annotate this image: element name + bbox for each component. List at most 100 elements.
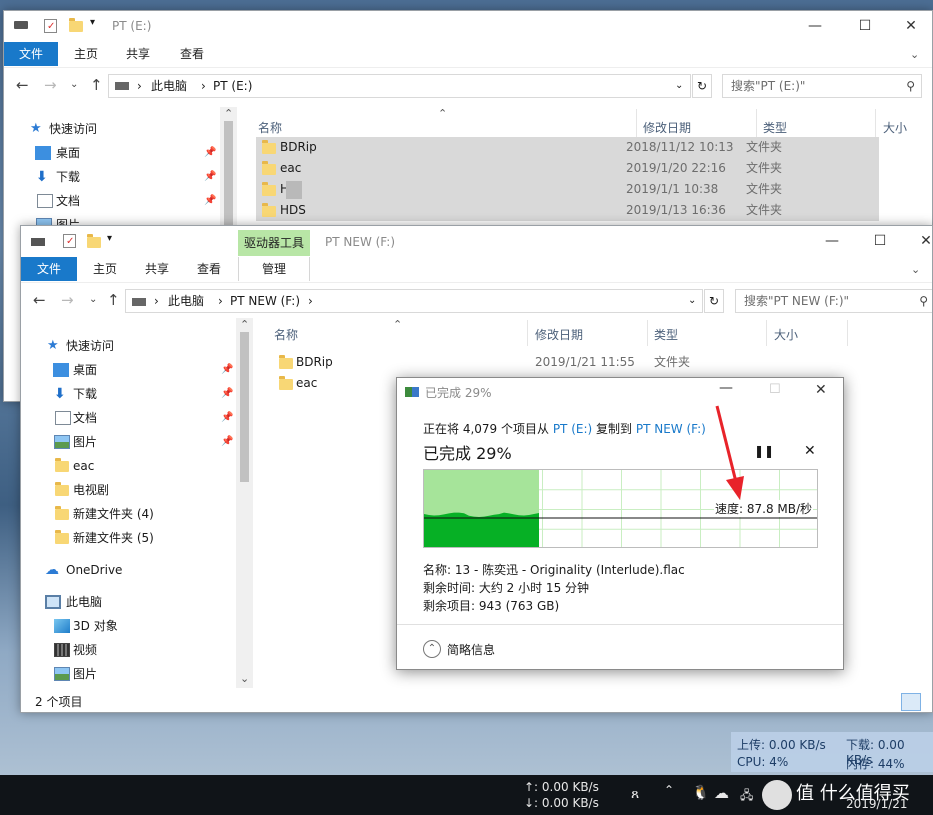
search-input[interactable]: 搜索"PT NEW (F:)" ⚲ — [735, 289, 932, 313]
tab-manage[interactable]: 管理 — [238, 257, 310, 281]
nav-videos[interactable]: 视频 — [21, 638, 235, 662]
column-divider[interactable] — [875, 109, 876, 137]
table-row[interactable]: BDRip 2019/1/21 11:55 文件夹 — [273, 352, 773, 373]
tab-share[interactable]: 共享 — [135, 257, 179, 281]
scroll-up-icon[interactable]: ⌃ — [224, 107, 233, 120]
column-type[interactable]: 类型 — [654, 326, 678, 343]
minimize-button[interactable]: — — [792, 11, 838, 41]
recent-locations-icon[interactable]: ⌄ — [89, 294, 97, 305]
close-button[interactable]: ✕ — [815, 382, 827, 398]
maximize-button[interactable]: ☐ — [857, 226, 903, 256]
scroll-down-icon[interactable]: ⌄ — [240, 672, 249, 685]
back-icon[interactable]: ← — [33, 291, 46, 309]
address-bar[interactable]: › 此电脑 › PT NEW (F:) › ⌄ — [125, 289, 703, 313]
column-date[interactable]: 修改日期 — [535, 326, 583, 343]
nav-folder-new-4[interactable]: 新建文件夹 (4) — [21, 502, 235, 526]
column-name[interactable]: 名称 — [258, 119, 282, 136]
nav-folder-new-5[interactable]: 新建文件夹 (5) — [21, 526, 235, 550]
tab-view[interactable]: 查看 — [170, 42, 214, 66]
close-icon[interactable]: ✕ — [804, 443, 816, 459]
back-icon[interactable]: ← — [16, 76, 29, 94]
nav-desktop[interactable]: 桌面 📌 — [4, 141, 219, 165]
nav-downloads[interactable]: ⬇ 下载 📌 — [4, 165, 219, 189]
title-bar[interactable]: ✓ ▾ 驱动器工具 PT NEW (F:) — ☐ ✕ — [21, 226, 932, 256]
details-view-icon[interactable] — [901, 693, 921, 711]
address-bar[interactable]: › 此电脑 › PT (E:) ⌄ — [108, 74, 691, 98]
clock-date[interactable]: 2019/1/21 — [846, 797, 908, 811]
customize-quick-access-icon[interactable]: ▾ — [90, 17, 95, 28]
nav-onedrive[interactable]: ☁ OneDrive — [21, 558, 235, 582]
target-link[interactable]: PT NEW (F:) — [636, 422, 706, 436]
up-icon[interactable]: ↑ — [90, 76, 103, 94]
forward-icon[interactable]: → — [61, 291, 74, 309]
customize-quick-access-icon[interactable]: ▾ — [107, 233, 112, 244]
scroll-up-icon[interactable]: ⌃ — [240, 318, 249, 331]
column-divider[interactable] — [847, 320, 848, 346]
nav-this-pc[interactable]: 此电脑 — [21, 590, 235, 614]
new-folder-icon[interactable] — [87, 234, 101, 248]
table-row[interactable]: H 2019/1/1 10:38 文件夹 — [256, 179, 879, 200]
column-divider[interactable] — [766, 320, 767, 346]
expand-ribbon-icon[interactable]: ⌄ — [911, 263, 920, 276]
address-history-icon[interactable]: ⌄ — [688, 290, 696, 312]
breadcrumb-pt-e[interactable]: PT (E:) — [213, 75, 252, 97]
up-icon[interactable]: ↑ — [107, 291, 120, 309]
table-row[interactable]: eac 2019/1/20 22:16 文件夹 — [256, 158, 879, 179]
column-size[interactable]: 大小 — [883, 119, 907, 136]
minimize-button[interactable]: — — [809, 226, 855, 256]
new-folder-icon[interactable] — [69, 18, 83, 32]
nav-documents[interactable]: 文档 📌 — [4, 189, 219, 213]
breadcrumb-pt-new-f[interactable]: PT NEW (F:) — [230, 290, 300, 312]
column-divider[interactable] — [756, 109, 757, 137]
nav-pc-pictures[interactable]: 图片 — [21, 662, 235, 686]
scroll-thumb[interactable] — [224, 121, 233, 241]
nav-scrollbar[interactable]: ⌃ ⌄ — [236, 318, 253, 688]
column-divider[interactable] — [636, 109, 637, 137]
nav-desktop[interactable]: 桌面 📌 — [21, 358, 235, 382]
address-history-icon[interactable]: ⌄ — [675, 75, 683, 97]
column-name[interactable]: 名称 — [274, 326, 298, 343]
tab-home[interactable]: 主页 — [64, 42, 108, 66]
network-icon[interactable]: 🖧 — [740, 786, 753, 807]
column-divider[interactable] — [527, 320, 528, 346]
nav-downloads[interactable]: ⬇ 下载 📌 — [21, 382, 235, 406]
forward-icon[interactable]: → — [44, 76, 57, 94]
tab-share[interactable]: 共享 — [116, 42, 160, 66]
tab-file[interactable]: 文件 — [4, 42, 58, 66]
tab-view[interactable]: 查看 — [187, 257, 231, 281]
search-input[interactable]: 搜索"PT (E:)" ⚲ — [722, 74, 922, 98]
expand-ribbon-icon[interactable]: ⌄ — [910, 48, 919, 61]
nav-pictures[interactable]: 图片 📌 — [21, 430, 235, 454]
nav-documents[interactable]: 文档 📌 — [21, 406, 235, 430]
cloud-icon[interactable]: ☁ — [714, 784, 729, 802]
table-row[interactable]: BDRip 2018/11/12 10:13 文件夹 — [256, 137, 879, 158]
nav-3d-objects[interactable]: 3D 对象 — [21, 614, 235, 638]
maximize-button[interactable]: ☐ — [842, 11, 888, 41]
nav-folder-tv[interactable]: 电视剧 — [21, 478, 235, 502]
column-size[interactable]: 大小 — [774, 326, 798, 343]
minimize-button[interactable]: — — [719, 380, 733, 396]
refresh-icon[interactable]: ↻ — [704, 289, 724, 313]
refresh-icon[interactable]: ↻ — [692, 74, 712, 98]
title-bar[interactable]: ✓ ▾ PT (E:) — ☐ ✕ — [4, 11, 932, 41]
qq-icon[interactable]: 🐧 — [692, 785, 709, 801]
tab-file[interactable]: 文件 — [21, 257, 77, 281]
column-date[interactable]: 修改日期 — [643, 119, 691, 136]
close-button[interactable]: ✕ — [888, 11, 932, 41]
nav-folder-eac[interactable]: eac — [21, 454, 235, 478]
properties-icon[interactable]: ✓ — [44, 19, 57, 33]
source-link[interactable]: PT (E:) — [553, 422, 592, 436]
table-row[interactable]: HDS 2019/1/13 16:36 文件夹 — [256, 200, 879, 221]
close-button[interactable]: ✕ — [903, 226, 932, 256]
chevron-up-icon[interactable]: ⌃ — [664, 783, 674, 797]
breadcrumb-this-pc[interactable]: 此电脑 — [151, 75, 187, 97]
column-divider[interactable] — [647, 320, 648, 346]
nav-quick-access[interactable]: ★ 快速访问 — [21, 334, 235, 358]
breadcrumb-this-pc[interactable]: 此电脑 — [168, 290, 204, 312]
tab-home[interactable]: 主页 — [83, 257, 127, 281]
scroll-thumb[interactable] — [240, 332, 249, 482]
recent-locations-icon[interactable]: ⌄ — [70, 79, 78, 90]
nav-quick-access[interactable]: ★ 快速访问 — [4, 117, 219, 141]
properties-icon[interactable]: ✓ — [63, 234, 76, 248]
column-type[interactable]: 类型 — [763, 119, 787, 136]
